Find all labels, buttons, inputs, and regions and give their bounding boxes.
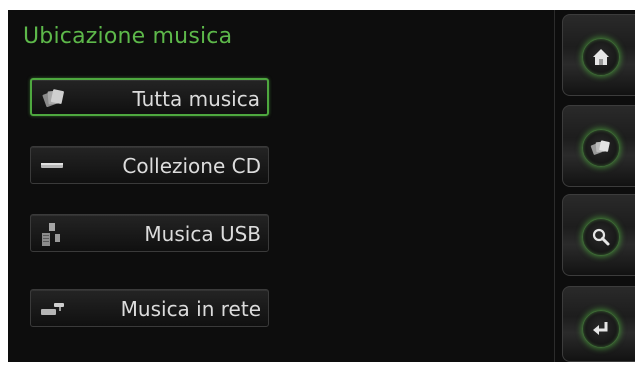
music-cards-button[interactable] bbox=[562, 105, 635, 187]
usb-device-icon bbox=[39, 219, 69, 247]
all-music-button[interactable]: Tutta musica bbox=[30, 78, 269, 116]
usb-music-label: Musica USB bbox=[144, 222, 261, 246]
cd-collection-label: Collezione CD bbox=[122, 154, 261, 178]
music-cards-icon bbox=[40, 84, 70, 112]
page-title: Ubicazione musica bbox=[23, 24, 233, 49]
network-icon bbox=[39, 294, 69, 322]
cd-slot-icon bbox=[39, 151, 69, 179]
network-music-label: Musica in rete bbox=[120, 297, 261, 321]
network-music-button[interactable]: Musica in rete bbox=[30, 289, 269, 327]
all-music-label: Tutta musica bbox=[132, 87, 260, 111]
sidebar-divider bbox=[554, 10, 555, 362]
music-cards-icon bbox=[590, 140, 610, 155]
home-button[interactable] bbox=[562, 14, 635, 96]
usb-music-button[interactable]: Musica USB bbox=[30, 214, 269, 252]
music-location-screen: Ubicazione musica Tutta musica Collezion… bbox=[8, 10, 635, 362]
back-arrow-icon bbox=[593, 322, 608, 335]
home-icon bbox=[593, 49, 609, 65]
back-button[interactable] bbox=[562, 286, 635, 362]
cd-collection-button[interactable]: Collezione CD bbox=[30, 146, 269, 184]
search-button[interactable] bbox=[562, 194, 635, 276]
search-icon bbox=[592, 228, 610, 246]
